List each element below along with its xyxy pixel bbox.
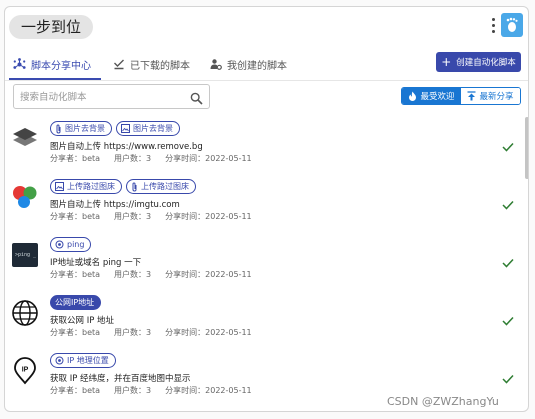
plus-icon: + bbox=[441, 55, 452, 69]
sharer: 分享者：beta bbox=[50, 328, 101, 337]
flame-icon bbox=[408, 91, 417, 101]
tag-label: 图片去背景 bbox=[133, 124, 173, 133]
check-icon bbox=[502, 253, 514, 272]
user-count: 用户数：3 bbox=[114, 212, 152, 221]
publish-icon bbox=[467, 91, 476, 101]
tag-chip[interactable]: 上传路过图床 bbox=[126, 179, 196, 194]
tab-share-center[interactable]: 脚本分享中心 bbox=[13, 47, 91, 81]
more-vert-icon[interactable] bbox=[492, 18, 496, 36]
tag-label: 公网IP地址 bbox=[55, 298, 95, 307]
list-item[interactable]: 上传路过图床 上传路过图床 图片自动上传 https://imgtu.com 分… bbox=[5, 179, 523, 237]
shared-time: 分享时间：2022-05-11 bbox=[165, 212, 252, 221]
tag-list: 上传路过图床 上传路过图床 bbox=[50, 179, 200, 195]
script-meta: 分享者：beta 用户数：3 分享时间：2022-05-11 bbox=[50, 385, 266, 396]
sort-toggle: 最受欢迎 最新分享 bbox=[401, 87, 521, 105]
svg-text:IP: IP bbox=[22, 367, 29, 374]
list-item[interactable]: 图片去背景 图片去背景 图片自动上传 https://www.remove.bg… bbox=[5, 121, 523, 179]
tag-label: 上传路过图床 bbox=[141, 182, 189, 191]
shared-time: 分享时间：2022-05-11 bbox=[165, 328, 252, 337]
tag-list: 图片去背景 图片去背景 bbox=[50, 121, 184, 137]
layers-icon bbox=[11, 125, 39, 153]
check-icon bbox=[502, 369, 514, 388]
list-scrollbar[interactable] bbox=[525, 117, 528, 411]
ip-pin-icon: IP bbox=[11, 357, 39, 385]
script-description: 图片自动上传 https://www.remove.bg bbox=[50, 142, 203, 152]
check-icon bbox=[502, 195, 514, 214]
tag-chip[interactable]: 图片去背景 bbox=[116, 121, 180, 136]
tag-chip[interactable]: 图片去背景 bbox=[50, 121, 112, 136]
paperclip-icon bbox=[55, 124, 62, 134]
tag-list: 公网IP地址 bbox=[50, 295, 105, 311]
sort-popular-label: 最受欢迎 bbox=[420, 92, 455, 102]
shared-time: 分享时间：2022-05-11 bbox=[165, 270, 252, 279]
script-description: IP地址或域名 ping 一下 bbox=[50, 258, 142, 268]
script-description: 获取 IP 经纬度，并在百度地图中显示 bbox=[50, 374, 191, 384]
search-box bbox=[13, 84, 210, 109]
check-icon bbox=[502, 137, 514, 156]
tag-list: IP 地理位置 bbox=[50, 353, 120, 369]
user-count: 用户数：3 bbox=[114, 154, 152, 163]
script-meta: 分享者：beta 用户数：3 分享时间：2022-05-11 bbox=[50, 327, 266, 338]
script-description: 图片自动上传 https://imgtu.com bbox=[50, 200, 180, 210]
sharer: 分享者：beta bbox=[50, 270, 101, 279]
tab-downloaded[interactable]: 已下载的脚本 bbox=[113, 47, 190, 81]
tag-chip[interactable]: ping bbox=[50, 237, 92, 252]
image-icon bbox=[121, 124, 130, 133]
tab-label: 脚本分享中心 bbox=[31, 60, 91, 72]
script-list: 图片去背景 图片去背景 图片自动上传 https://www.remove.bg… bbox=[5, 117, 523, 411]
user-count: 用户数：3 bbox=[114, 270, 152, 279]
script-description: 获取公网 IP 地址 bbox=[50, 316, 115, 326]
download-done-icon bbox=[113, 58, 125, 70]
target-icon bbox=[55, 240, 64, 249]
tag-list: ping bbox=[50, 237, 95, 253]
active-tab-indicator bbox=[9, 78, 101, 80]
check-icon bbox=[502, 311, 514, 330]
tag-label: IP 地理位置 bbox=[67, 356, 109, 365]
user-settings-icon bbox=[210, 58, 222, 70]
sort-popular-button[interactable]: 最受欢迎 bbox=[402, 88, 461, 104]
user-count: 用户数：3 bbox=[114, 328, 152, 337]
color-circles-icon bbox=[11, 183, 39, 211]
tag-label: 上传路过图床 bbox=[67, 182, 115, 191]
list-item[interactable]: >ping _ ping IP地址或域名 ping 一下 分享者：beta 用户数… bbox=[5, 237, 523, 295]
terminal-text: >ping _ bbox=[15, 252, 37, 258]
search-input[interactable] bbox=[20, 89, 180, 105]
app-window: 一步到位 脚本分享中心 已下载的脚本 我创建的脚本 + 创建自动化脚本 搜索自动… bbox=[4, 6, 529, 412]
paperclip-icon bbox=[131, 182, 138, 192]
script-meta: 分享者：beta 用户数：3 分享时间：2022-05-11 bbox=[50, 211, 266, 222]
search-icon[interactable] bbox=[190, 90, 203, 109]
globe-icon bbox=[11, 299, 39, 327]
user-count: 用户数：3 bbox=[114, 386, 152, 395]
tag-chip[interactable]: 公网IP地址 bbox=[50, 295, 102, 310]
app-header: 一步到位 bbox=[5, 7, 528, 43]
image-icon bbox=[55, 182, 64, 191]
create-script-label: 创建自动化脚本 bbox=[456, 58, 516, 68]
sharer: 分享者：beta bbox=[50, 154, 101, 163]
sharer: 分享者：beta bbox=[50, 212, 101, 221]
terminal-icon: >ping _ bbox=[11, 241, 39, 269]
script-meta: 分享者：beta 用户数：3 分享时间：2022-05-11 bbox=[50, 153, 266, 164]
footprint-icon[interactable] bbox=[501, 13, 523, 37]
script-meta: 分享者：beta 用户数：3 分享时间：2022-05-11 bbox=[50, 269, 266, 280]
shared-time: 分享时间：2022-05-11 bbox=[165, 154, 252, 163]
hub-icon bbox=[13, 57, 26, 71]
tag-chip[interactable]: 上传路过图床 bbox=[50, 179, 122, 194]
tab-label: 已下载的脚本 bbox=[130, 60, 190, 72]
create-script-button[interactable]: + 创建自动化脚本 bbox=[436, 52, 521, 72]
watermark: CSDN @ZWZhangYu bbox=[387, 395, 499, 408]
tab-label: 我创建的脚本 bbox=[227, 60, 287, 72]
sort-newest-label: 最新分享 bbox=[479, 92, 514, 102]
tag-label: 图片去背景 bbox=[65, 124, 105, 133]
list-item[interactable]: 公网IP地址 获取公网 IP 地址 分享者：beta 用户数：3 分享时间：2022… bbox=[5, 295, 523, 353]
app-title: 一步到位 bbox=[9, 15, 94, 39]
sharer: 分享者：beta bbox=[50, 386, 101, 395]
shared-time: 分享时间：2022-05-11 bbox=[165, 386, 252, 395]
sort-newest-button[interactable]: 最新分享 bbox=[461, 88, 520, 104]
tag-chip[interactable]: IP 地理位置 bbox=[50, 353, 116, 368]
tag-label: ping bbox=[67, 240, 85, 249]
target-icon bbox=[55, 356, 64, 365]
tab-my-scripts[interactable]: 我创建的脚本 bbox=[210, 47, 287, 81]
scrollbar-thumb[interactable] bbox=[525, 117, 528, 179]
